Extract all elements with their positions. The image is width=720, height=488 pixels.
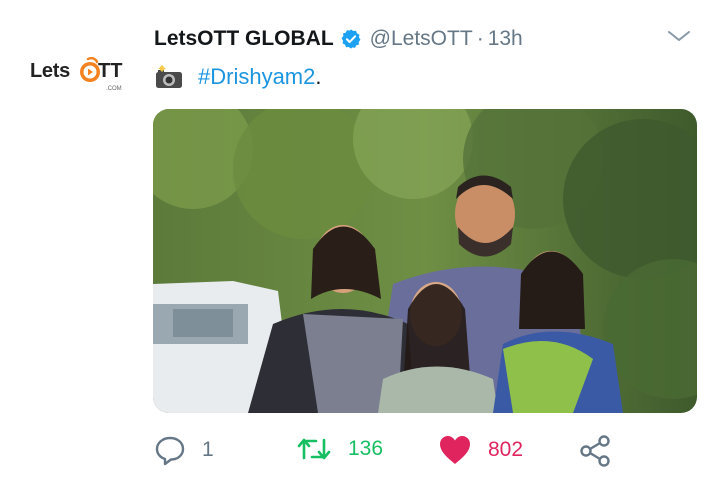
avatar[interactable]: Lets TT .COM — [22, 52, 134, 98]
chevron-down-icon[interactable] — [666, 26, 692, 52]
avatar-logo-text: Lets — [30, 60, 70, 82]
display-name[interactable]: LetsOTT GLOBAL — [154, 27, 334, 51]
separator-dot: · — [476, 27, 484, 50]
retweet-count: 136 — [348, 437, 384, 460]
hashtag-link[interactable]: #Drishyam2 — [198, 64, 315, 90]
camera-flash-icon — [154, 65, 184, 89]
share-icon — [580, 435, 610, 467]
timestamp[interactable]: 13h — [488, 27, 523, 51]
tweet-text: #Drishyam2. — [154, 64, 322, 90]
avatar-logo-text-2: TT — [98, 60, 123, 82]
avatar-logo-sub: .COM — [106, 86, 122, 92]
tweet-photo[interactable] — [153, 109, 697, 413]
like-button[interactable]: 802 — [438, 434, 523, 466]
reply-count: 1 — [202, 438, 214, 461]
reply-icon — [155, 436, 185, 466]
account-handle[interactable]: @LetsOTT — [370, 27, 473, 51]
retweet-icon — [297, 438, 331, 460]
tweet-header: LetsOTT GLOBAL @LetsOTT · 13h — [154, 24, 700, 54]
photo-image — [153, 109, 697, 413]
tweet-actions: 1 136 802 — [154, 434, 674, 474]
reply-button[interactable]: 1 — [154, 434, 214, 466]
verified-badge-icon — [340, 28, 362, 50]
retweet-button[interactable]: 136 — [296, 434, 383, 464]
like-count: 802 — [488, 438, 524, 461]
share-button[interactable] — [578, 434, 628, 468]
heart-icon — [440, 436, 470, 464]
tweet-trailing-text: . — [315, 64, 322, 89]
